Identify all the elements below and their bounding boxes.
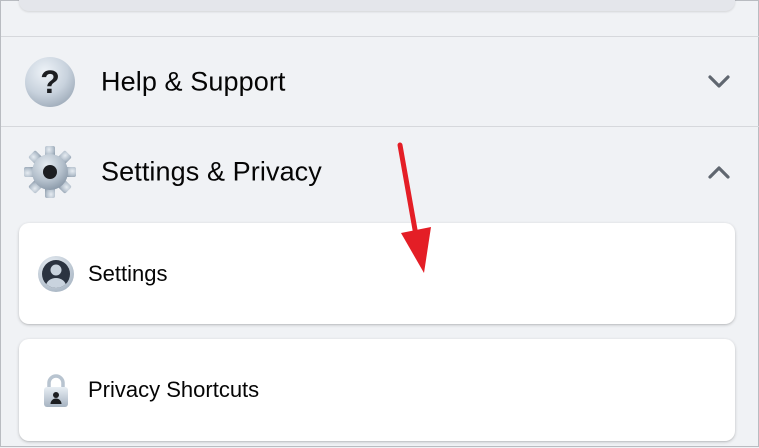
settings-privacy-row[interactable]: Settings & Privacy [1,128,759,216]
privacy-shortcuts-label: Privacy Shortcuts [88,377,260,402]
divider [1,36,759,37]
profile-icon [38,255,74,292]
svg-text:?: ? [40,64,60,100]
chevron-up-icon[interactable] [708,165,730,179]
settings-menu-item[interactable]: Settings [19,223,735,324]
help-support-row[interactable]: ? Help & Support [1,38,759,126]
question-mark-icon: ? [25,57,75,107]
divider [1,126,759,127]
lock-icon [44,374,68,407]
previous-menu-card [19,0,735,11]
gear-icon [24,146,76,198]
settings-label: Settings [88,260,168,286]
chevron-down-icon[interactable] [708,75,730,89]
settings-privacy-label: Settings & Privacy [101,156,322,187]
privacy-shortcuts-menu-item[interactable]: Privacy Shortcuts [19,339,735,441]
help-support-label: Help & Support [101,66,286,97]
